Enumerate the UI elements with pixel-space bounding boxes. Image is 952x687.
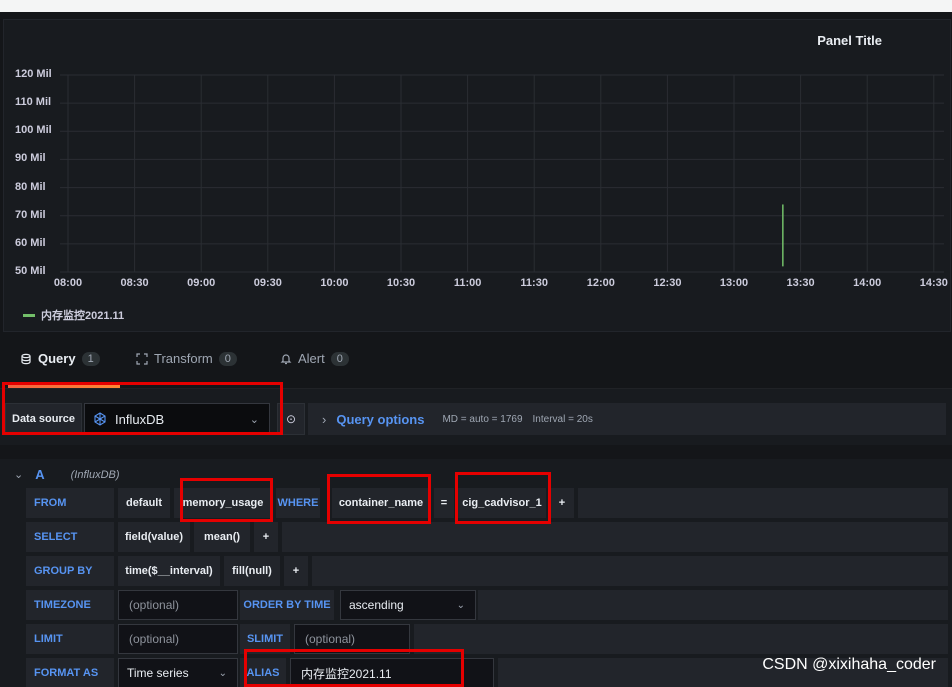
legend[interactable]: 内存监控2021.11 xyxy=(23,307,124,323)
query-options[interactable]: › Query options MD = auto = 1769 Interva… xyxy=(308,403,946,435)
format-value: Time series xyxy=(127,666,189,680)
x-tick-label: 09:00 xyxy=(187,277,216,289)
add-groupby-button[interactable]: + xyxy=(284,556,308,586)
y-tick-label: 70 Mil xyxy=(15,208,46,221)
transform-icon xyxy=(136,352,148,365)
limit-row: LIMIT (optional) SLIMIT (optional) xyxy=(26,624,948,654)
limit-row-filler xyxy=(414,624,948,654)
chevron-down-icon: ⌄ xyxy=(218,667,227,679)
query-letter: A xyxy=(35,467,45,482)
order-value: ascending xyxy=(349,598,404,612)
groupby-row: GROUP BY time($__interval) fill(null) + xyxy=(26,556,948,586)
add-where-button[interactable]: + xyxy=(550,488,574,518)
y-tick-label: 120 Mil xyxy=(15,68,52,80)
y-tick-label: 100 Mil xyxy=(15,124,52,137)
query-datasource: (InfluxDB) xyxy=(70,468,120,481)
limit-input[interactable]: (optional) xyxy=(118,624,238,654)
watermark: CSDN @xixihaha_coder xyxy=(762,656,936,673)
x-tick-label: 10:30 xyxy=(386,277,416,289)
tab-alert-count: 0 xyxy=(330,351,349,366)
timezone-keyword: TIMEZONE xyxy=(26,590,114,620)
bell-icon xyxy=(280,353,292,364)
timezone-row-filler xyxy=(478,590,948,620)
annotation-box-alias xyxy=(244,649,464,687)
y-tick-label: 60 Mil xyxy=(15,236,46,249)
x-tick-label: 12:00 xyxy=(586,277,615,289)
limit-keyword: LIMIT xyxy=(26,624,114,654)
aggregation-select[interactable]: mean() xyxy=(194,522,250,552)
y-tick-label: 50 Mil xyxy=(15,265,46,277)
groupby-keyword: GROUP BY xyxy=(26,556,114,586)
annotation-box-tag-value xyxy=(455,472,551,524)
annotation-box-measurement xyxy=(180,478,273,522)
tab-alert[interactable]: Alert 0 xyxy=(280,351,349,366)
format-select[interactable]: Time series ⌄ xyxy=(118,658,238,687)
tab-alert-label: Alert xyxy=(298,351,325,366)
x-tick-label: 14:00 xyxy=(853,277,882,289)
query-options-title: Query options xyxy=(336,411,425,427)
from-keyword: FROM xyxy=(26,488,114,518)
tab-query[interactable]: Query 1 xyxy=(20,351,100,366)
tab-transform-label: Transform xyxy=(154,351,213,366)
from-row-filler xyxy=(578,488,948,518)
groupby-row-filler xyxy=(312,556,948,586)
x-tick-label: 08:00 xyxy=(53,277,83,289)
grafana-editor: Panel Title 内存监控2021.11 120 Mil 110 Mil 10… xyxy=(0,12,952,687)
x-tick-label: 12:30 xyxy=(653,277,682,289)
collapse-chevron-icon: ⌄ xyxy=(14,469,24,481)
tab-transform-count: 0 xyxy=(218,351,237,366)
y-tick-label: 90 Mil xyxy=(15,152,46,165)
where-keyword: WHERE xyxy=(276,488,320,518)
tag-operator[interactable]: = xyxy=(434,488,454,518)
tab-transform[interactable]: Transform 0 xyxy=(136,351,237,366)
select-keyword: SELECT xyxy=(26,522,114,552)
panel: Panel Title 内存监控2021.11 120 Mil 110 Mil 10… xyxy=(3,19,951,332)
annotation-box-datasource xyxy=(2,382,283,435)
annotation-box-tag-key xyxy=(327,474,431,524)
group-by-time[interactable]: time($__interval) xyxy=(118,556,220,586)
x-tick-label: 11:30 xyxy=(520,277,548,289)
x-tick-label: 13:00 xyxy=(719,277,749,289)
field-select[interactable]: field(value) xyxy=(118,522,190,552)
y-tick-label: 80 Mil xyxy=(15,180,46,193)
tab-query-label: Query xyxy=(38,351,76,366)
fill-option[interactable]: fill(null) xyxy=(224,556,280,586)
interval: Interval = 20s xyxy=(532,413,593,425)
format-keyword: FORMAT AS xyxy=(26,658,114,687)
editor-tabs: Query 1 Transform 0 Alert 0 xyxy=(0,345,952,389)
timezone-row: TIMEZONE (optional) ORDER BY TIME ascend… xyxy=(26,590,948,620)
legend-label: 内存监控2021.11 xyxy=(41,310,125,322)
x-tick-label: 11:00 xyxy=(453,277,482,289)
x-tick-label: 10:00 xyxy=(320,277,349,289)
add-select-button[interactable]: + xyxy=(254,522,278,552)
chevron-down-icon: ⌄ xyxy=(456,599,465,611)
y-tick-label: 110 Mil xyxy=(15,96,52,109)
database-icon xyxy=(21,353,31,364)
timezone-input[interactable]: (optional) xyxy=(118,590,238,620)
select-row: SELECT field(value) mean() + xyxy=(26,522,948,552)
legend-swatch xyxy=(23,313,35,317)
orderby-keyword: ORDER BY TIME xyxy=(240,590,334,620)
x-tick-label: 13:30 xyxy=(786,277,815,289)
chevron-right-icon: › xyxy=(322,411,327,427)
x-tick-label: 08:30 xyxy=(120,277,149,289)
x-tick-label: 14:30 xyxy=(919,277,948,289)
select-row-filler xyxy=(282,522,948,552)
order-select[interactable]: ascending ⌄ xyxy=(340,590,476,620)
max-data-points: MD = auto = 1769 xyxy=(442,413,523,425)
x-tick-label: 09:30 xyxy=(253,277,282,289)
query-header[interactable]: ⌄ A (InfluxDB) xyxy=(14,467,120,482)
tab-query-count: 1 xyxy=(81,351,100,366)
retention-policy[interactable]: default xyxy=(118,488,170,518)
